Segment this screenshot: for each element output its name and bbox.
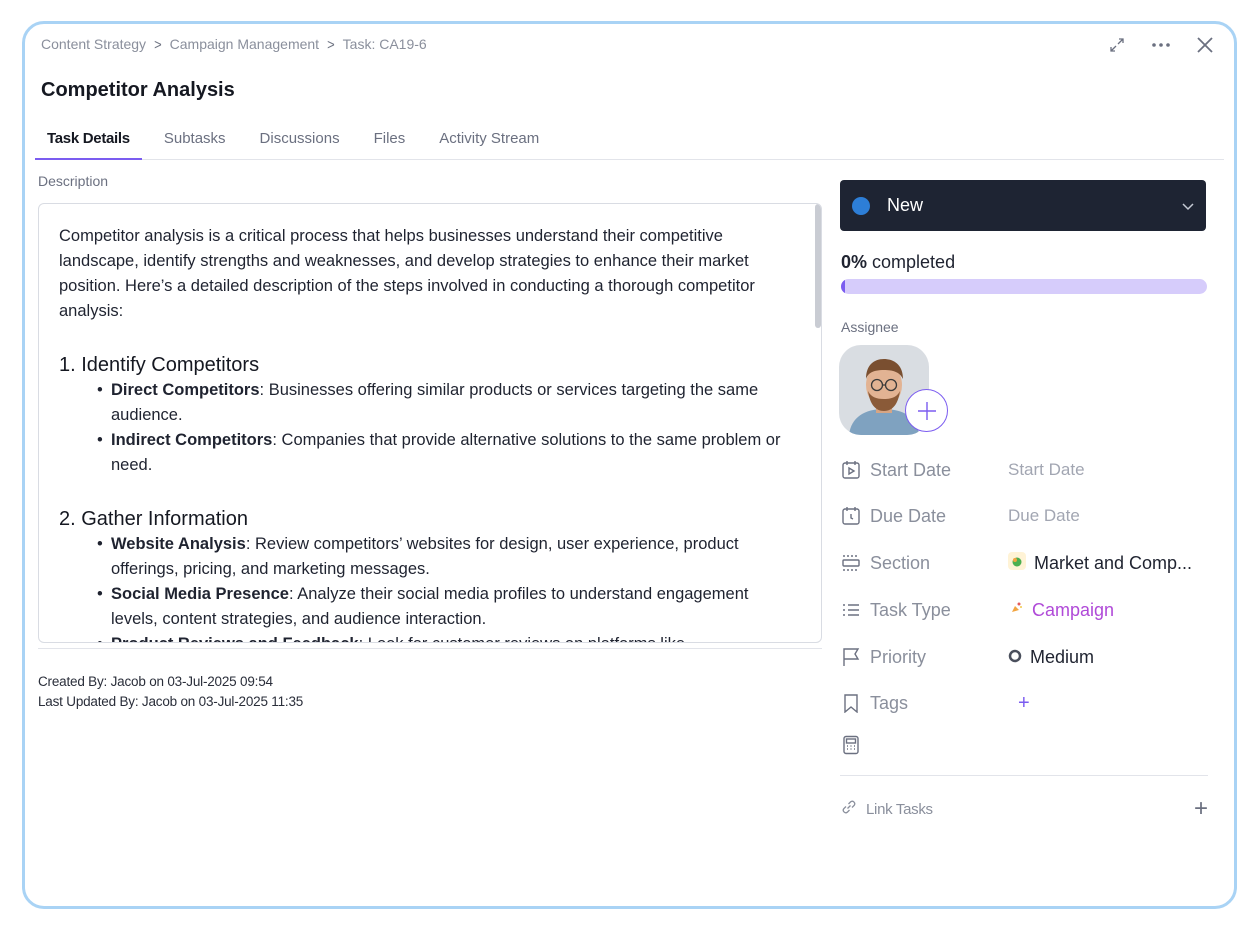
chevron-right-icon: > (327, 35, 335, 53)
list-item: Website Analysis: Review competitors’ we… (97, 532, 794, 582)
progress-percent: 0% (841, 252, 868, 272)
tab-task-details[interactable]: Task Details (35, 128, 142, 160)
close-icon[interactable] (1194, 34, 1216, 56)
audit-info: Created By: Jacob on 03-Jul-2025 09:54 L… (38, 672, 303, 712)
breadcrumb: Content Strategy > Campaign Management >… (41, 35, 427, 53)
due-date-label: Due Date (870, 505, 947, 526)
progress-bar (841, 279, 1207, 294)
description-editor[interactable]: Competitor analysis is a critical proces… (38, 203, 822, 643)
status-dot-icon (852, 196, 870, 215)
calculator-row (840, 732, 1210, 758)
description-content: Competitor analysis is a critical proces… (59, 224, 794, 642)
list-icon (840, 599, 862, 621)
list-item-term: Indirect Competitors (111, 431, 273, 449)
divider (840, 775, 1208, 776)
section-icon (840, 552, 862, 574)
description-scrollbar[interactable] (815, 204, 821, 328)
tags-row: Tags + (840, 690, 1210, 716)
bullet-list: Website Analysis: Review competitors’ we… (97, 532, 794, 642)
task-modal: Content Strategy > Campaign Management >… (22, 21, 1237, 909)
description-label: Description (38, 173, 109, 189)
list-item: Social Media Presence: Analyze their soc… (97, 582, 794, 632)
section-row: Section Market and Comp... (840, 550, 1210, 576)
task-type-field[interactable]: Campaign (1008, 600, 1114, 621)
add-assignee-button[interactable] (905, 389, 948, 432)
calendar-play-icon (840, 459, 862, 481)
progress-suffix: completed (872, 252, 956, 272)
page-title: Competitor Analysis (41, 79, 235, 101)
section-heading: 2. Gather Information (59, 508, 248, 530)
start-date-label: Start Date (870, 459, 952, 480)
chevron-down-icon (1182, 198, 1194, 214)
add-link-task-button[interactable]: + (1194, 795, 1208, 823)
list-item-term: Product Reviews and Feedback (111, 635, 359, 642)
due-date-row: Due Date Due Date (840, 503, 1210, 529)
description-intro: Competitor analysis is a critical proces… (59, 227, 755, 320)
updated-by-text: Last Updated By: Jacob on 03-Jul-2025 11… (38, 694, 304, 709)
progress-fill (841, 279, 845, 294)
list-item-text: : Look for customer reviews on platforms… (359, 635, 685, 642)
header-actions (1106, 34, 1216, 56)
assignee-label: Assignee (841, 319, 899, 335)
add-tag-button[interactable]: + (1018, 692, 1030, 715)
tab-files[interactable]: Files (362, 128, 418, 160)
tags-label: Tags (870, 692, 909, 713)
status-dropdown[interactable]: New (840, 180, 1206, 231)
breadcrumb-item[interactable]: Task: CA19-6 (343, 36, 427, 52)
expand-icon[interactable] (1106, 34, 1128, 56)
more-options-icon[interactable] (1150, 34, 1172, 56)
flag-icon (840, 646, 862, 668)
list-item: Product Reviews and Feedback: Look for c… (97, 632, 794, 642)
task-type-label: Task Type (870, 599, 951, 620)
link-icon (840, 798, 858, 821)
breadcrumb-item[interactable]: Campaign Management (170, 36, 319, 52)
breadcrumb-item[interactable]: Content Strategy (41, 36, 146, 52)
priority-dot-icon (1008, 647, 1022, 668)
list-item: Indirect Competitors: Companies that pro… (97, 428, 794, 478)
tab-bar: Task Details Subtasks Discussions Files … (35, 128, 1224, 160)
link-tasks-row[interactable]: Link Tasks + (840, 795, 1208, 823)
status-label: New (887, 195, 924, 215)
section-label: Section (870, 552, 931, 573)
section-value: Market and Comp... (1034, 552, 1193, 573)
divider (38, 648, 822, 649)
progress-text: 0% completed (841, 252, 955, 273)
tab-subtasks[interactable]: Subtasks (152, 128, 238, 160)
section-emoji-icon (1008, 551, 1026, 575)
created-by-text: Created By: Jacob on 03-Jul-2025 09:54 (38, 674, 273, 689)
tab-activity-stream[interactable]: Activity Stream (427, 128, 551, 160)
start-date-field[interactable]: Start Date (1008, 460, 1085, 480)
bookmark-icon (840, 692, 862, 714)
link-tasks-label: Link Tasks (866, 800, 933, 818)
due-date-field[interactable]: Due Date (1008, 506, 1080, 526)
priority-label: Priority (870, 646, 927, 667)
list-item: Direct Competitors: Businesses offering … (97, 378, 794, 428)
calculator-icon[interactable] (840, 734, 862, 756)
priority-value: Medium (1030, 646, 1095, 667)
tab-discussions[interactable]: Discussions (248, 128, 352, 160)
section-field[interactable]: Market and Comp... (1008, 551, 1193, 575)
campaign-icon (1008, 600, 1024, 621)
section-heading: 1. Identify Competitors (59, 354, 260, 376)
task-type-value: Campaign (1032, 599, 1115, 620)
calendar-clock-icon (840, 505, 862, 527)
list-item-term: Social Media Presence (111, 585, 289, 603)
priority-row: Priority Medium (840, 644, 1210, 670)
list-item-term: Website Analysis (111, 535, 246, 553)
start-date-row: Start Date Start Date (840, 457, 1210, 483)
bullet-list: Direct Competitors: Businesses offering … (97, 378, 794, 478)
priority-field[interactable]: Medium (1008, 647, 1094, 668)
chevron-right-icon: > (154, 35, 162, 53)
task-type-row: Task Type Campaign (840, 597, 1210, 623)
list-item-term: Direct Competitors (111, 381, 260, 399)
